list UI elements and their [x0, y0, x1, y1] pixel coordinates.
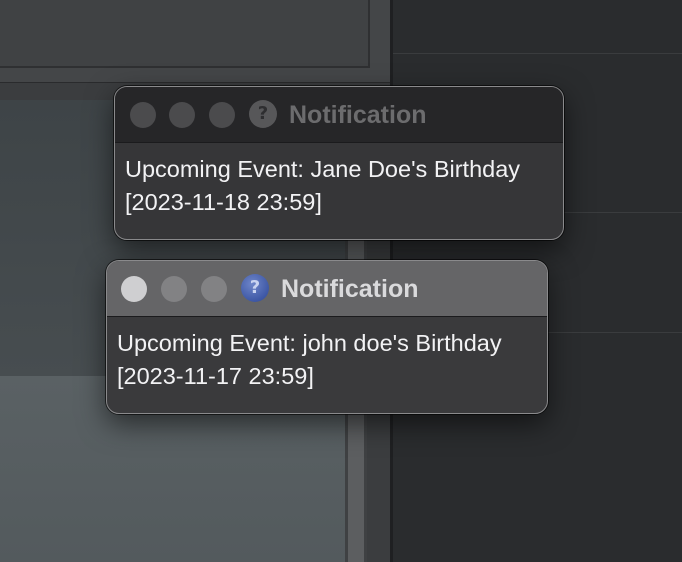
window-title: Notification: [281, 275, 419, 303]
window-title: Notification: [289, 101, 427, 129]
window-titlebar[interactable]: ? Notification: [115, 87, 563, 143]
notification-message: Upcoming Event: Jane Doe's Birthday [202…: [125, 153, 555, 219]
zoom-button[interactable]: [209, 102, 235, 128]
minimize-button[interactable]: [169, 102, 195, 128]
question-icon: ?: [249, 100, 277, 128]
message-timestamp: [2023-11-17 23:59]: [117, 363, 314, 389]
question-icon: ?: [241, 274, 269, 302]
window-titlebar[interactable]: ? Notification: [107, 261, 547, 317]
close-button[interactable]: [121, 276, 147, 302]
notification-message: Upcoming Event: john doe's Birthday [202…: [117, 327, 539, 393]
background-toolbar-inner: [0, 0, 370, 68]
message-timestamp: [2023-11-18 23:59]: [125, 189, 322, 215]
notification-window-jane[interactable]: ? Notification Upcoming Event: Jane Doe'…: [114, 86, 564, 240]
background-row-divider: [393, 53, 682, 54]
notification-window-john[interactable]: ? Notification Upcoming Event: john doe'…: [106, 260, 548, 414]
close-button[interactable]: [130, 102, 156, 128]
message-line: Upcoming Event: Jane Doe's Birthday: [125, 156, 521, 182]
minimize-button[interactable]: [161, 276, 187, 302]
message-line: Upcoming Event: john doe's Birthday: [117, 330, 502, 356]
zoom-button[interactable]: [201, 276, 227, 302]
